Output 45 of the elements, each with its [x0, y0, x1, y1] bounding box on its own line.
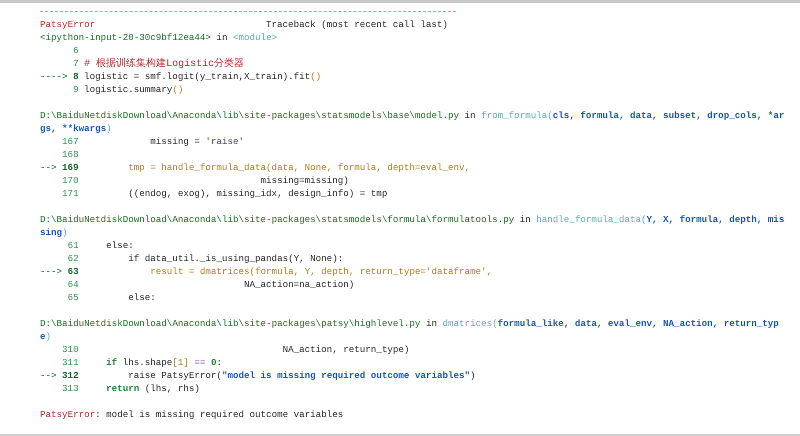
- frame-location: D:\BaiduNetdiskDownload\Anaconda\lib\site-packages\patsy\highlevel.py in dmatrices(formula_like, data, eval_env, NA_action, return_type): [40, 317, 780, 343]
- code-line: if data_util._is_using_pandas(Y, None):: [127, 252, 344, 265]
- code-line: # 根据训练集构建Logistic分类器: [84, 57, 244, 70]
- frame-location: D:\BaiduNetdiskDownload\Anaconda\lib\site-packages\statsmodels\base\model.py in from_formula(cls, formula, data, subset, drop_cols, *args, **kwargs): [40, 109, 786, 135]
- line-number: 9: [73, 83, 79, 96]
- line-number: 62: [68, 252, 79, 265]
- line-number: 313: [62, 382, 79, 395]
- code-line: else:: [105, 239, 134, 252]
- error-message: PatsyError: model is missing required outcome variables: [40, 408, 344, 421]
- line-number: 6: [73, 44, 79, 57]
- current-line-arrow: ---->: [40, 70, 68, 83]
- line-number: 7: [73, 57, 79, 70]
- line-number: 65: [68, 291, 79, 304]
- current-line-arrow: -->: [40, 161, 57, 174]
- code-line: missing=missing): [260, 174, 349, 187]
- line-number: 8: [73, 70, 79, 83]
- code-line: raise PatsyError("model is missing required outcome variables"): [127, 369, 476, 382]
- frame-location: D:\BaiduNetdiskDownload\Anaconda\lib\site-packages\statsmodels\formula\formulatools.py in handle_formula_data(Y, X, formula, depth, missing): [40, 213, 786, 239]
- line-number: 170: [62, 174, 79, 187]
- line-number: 167: [62, 135, 79, 148]
- line-number: 64: [68, 278, 79, 291]
- code-line: missing = 'raise': [149, 135, 244, 148]
- code-line: tmp = handle_formula_data(data, None, formula, depth=eval_env,: [127, 161, 470, 174]
- code-line: logistic.summary(): [84, 83, 184, 96]
- line-number: 310: [62, 343, 79, 356]
- line-number: 63: [68, 265, 79, 278]
- frame-location: <ipython-input-20-30c9bf12ea44> in <module>: [40, 31, 278, 44]
- code-line: result = dmatrices(formula, Y, depth, return_type='dataframe',: [149, 265, 492, 278]
- line-number: 168: [62, 148, 79, 161]
- code-line: NA_action, return_type): [282, 343, 410, 356]
- error-name: PatsyError: [40, 18, 96, 31]
- code-line: else:: [127, 291, 156, 304]
- line-number: 171: [62, 187, 79, 200]
- current-line-arrow: -->: [40, 369, 57, 382]
- line-number: 312: [62, 369, 79, 382]
- line-number: 311: [62, 356, 79, 369]
- line-number: 61: [68, 239, 79, 252]
- code-line: return (lhs, rhs): [105, 382, 200, 395]
- code-line: if lhs.shape[1] == 0:: [105, 356, 222, 369]
- code-line: ((endog, exog), missing_idx, design_info) = tmp: [127, 187, 388, 200]
- code-line: NA_action=na_action): [242, 278, 354, 291]
- current-line-arrow: --->: [40, 265, 62, 278]
- code-line: logistic = smf.logit(y_train,X_train).fit(): [84, 70, 322, 83]
- line-number: 169: [62, 161, 79, 174]
- traceback-label: Traceback (most recent call last): [266, 18, 448, 31]
